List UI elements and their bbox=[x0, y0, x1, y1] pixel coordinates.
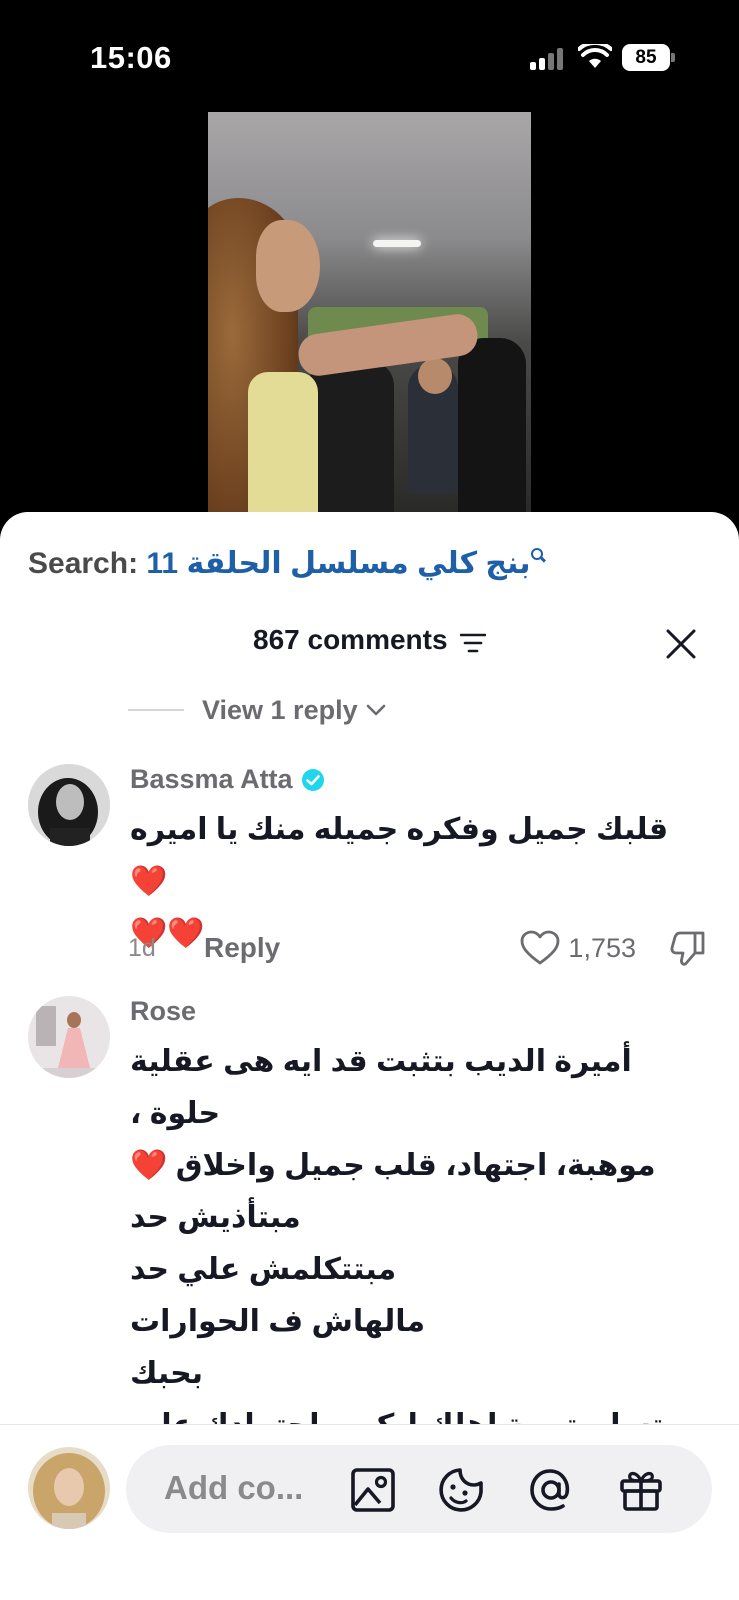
search-suggestion[interactable]: Search: بنج كلي مسلسل الحلقة 11 bbox=[28, 546, 545, 581]
like-count: 1,753 bbox=[568, 932, 636, 963]
dislike-icon[interactable] bbox=[670, 929, 708, 967]
view-replies-label[interactable]: View 1 reply bbox=[202, 695, 358, 726]
comment-line: مبتأذيش حد bbox=[130, 1201, 301, 1234]
gift-icon[interactable] bbox=[616, 1465, 666, 1515]
video-person-face bbox=[256, 220, 320, 312]
comment-input-bar: Add co... bbox=[0, 1424, 739, 1600]
like-group: 1,753 bbox=[520, 929, 708, 967]
username-text[interactable]: Bassma Atta bbox=[130, 764, 293, 795]
chevron-down-icon bbox=[366, 704, 385, 716]
video-frame[interactable] bbox=[208, 112, 531, 532]
battery-nub bbox=[671, 53, 675, 62]
comment-item: Bassma Atta قلبك جميل وفكره جميله منك يا… bbox=[0, 764, 739, 984]
comment-line: مالهاش ف الحوارات bbox=[130, 1305, 426, 1338]
cellular-signal-icon bbox=[530, 48, 566, 70]
video-child-head bbox=[418, 358, 452, 394]
comments-header: 867 comments bbox=[0, 624, 739, 664]
comment-time: 1d bbox=[128, 933, 156, 962]
reply-divider bbox=[128, 709, 184, 711]
comment-line: قلبك جميل وفكره جميله منك يا اميره ❤️ bbox=[130, 813, 669, 898]
heart-outline-icon[interactable] bbox=[520, 930, 560, 966]
video-seat bbox=[308, 360, 394, 532]
video-player[interactable] bbox=[0, 112, 739, 532]
comment-input[interactable]: Add co... bbox=[126, 1445, 712, 1533]
sort-filter-icon[interactable] bbox=[460, 632, 486, 654]
comment-line: أميرة الديب بتثبت قد ايه هى عقلية حلوة ، bbox=[130, 1045, 632, 1130]
video-seat bbox=[458, 338, 526, 532]
comment-item: Rose أميرة الديب بتثبت قد ايه هى عقلية ح… bbox=[0, 996, 739, 1442]
comment-meta: 1d Reply 1,753 bbox=[128, 928, 708, 968]
video-car-light bbox=[373, 240, 421, 247]
verified-badge-icon bbox=[301, 768, 324, 791]
comment-line: بحبك bbox=[130, 1357, 204, 1390]
my-avatar[interactable] bbox=[28, 1447, 110, 1529]
battery-icon: 85 bbox=[622, 44, 670, 71]
image-icon[interactable] bbox=[348, 1465, 398, 1515]
reply-button[interactable]: Reply bbox=[204, 932, 280, 964]
avatar[interactable] bbox=[28, 996, 110, 1078]
comment-text: أميرة الديب بتثبت قد ايه هى عقلية حلوة ،… bbox=[130, 1036, 710, 1452]
view-replies-button[interactable]: View 1 reply bbox=[128, 690, 386, 730]
comment-username[interactable]: Bassma Atta bbox=[130, 764, 325, 795]
avatar[interactable] bbox=[28, 764, 110, 846]
status-bar: 15:06 85 bbox=[0, 0, 739, 112]
emoji-sticker-icon[interactable] bbox=[436, 1465, 486, 1515]
comment-line: مبتتكلمش علي حد bbox=[130, 1253, 397, 1286]
status-time: 15:06 bbox=[90, 40, 172, 75]
wifi-icon bbox=[578, 44, 612, 68]
comment-input-placeholder[interactable]: Add co... bbox=[164, 1469, 303, 1507]
close-icon[interactable] bbox=[663, 626, 699, 662]
mention-icon[interactable] bbox=[526, 1465, 576, 1515]
search-label: Search: bbox=[28, 547, 139, 580]
comments-count: 867 comments bbox=[253, 624, 448, 655]
comment-line: موهبة، اجتهاد، قلب جميل واخلاق ❤️ bbox=[130, 1149, 656, 1182]
search-icon bbox=[530, 548, 545, 562]
username-text[interactable]: Rose bbox=[130, 996, 196, 1027]
video-person-top bbox=[248, 372, 318, 532]
comment-username[interactable]: Rose bbox=[130, 996, 196, 1027]
search-query[interactable]: بنج كلي مسلسل الحلقة 11 bbox=[146, 547, 530, 580]
